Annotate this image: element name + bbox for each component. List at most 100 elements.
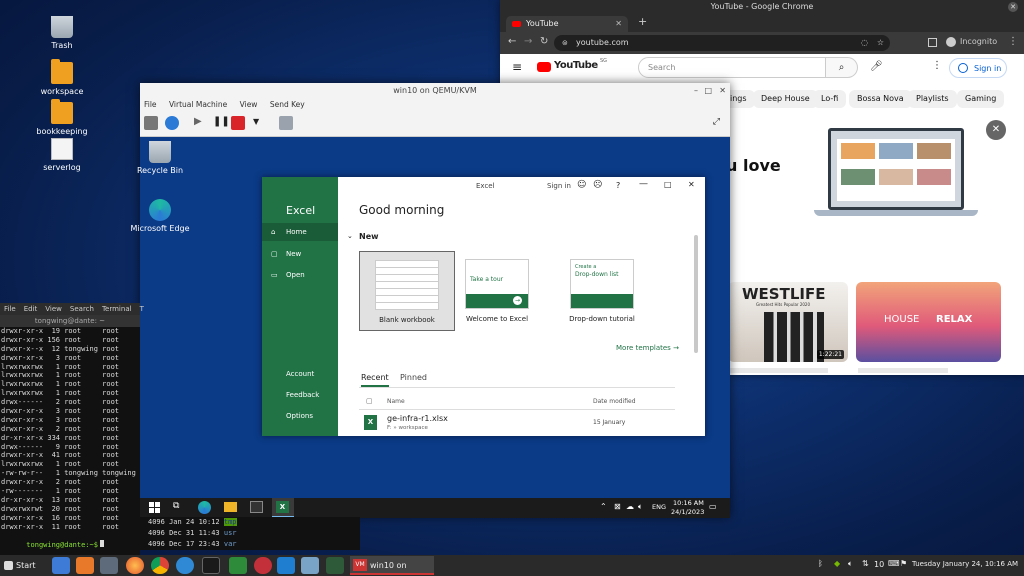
browser-app-icon[interactable] (176, 557, 194, 574)
workspace-count[interactable]: 10 (874, 560, 884, 569)
help-icon[interactable]: ? (616, 181, 620, 190)
list-item[interactable]: X ge-infra-r1.xlsx F: » workspace 15 Jan… (359, 412, 675, 436)
file-manager-icon[interactable] (301, 557, 319, 574)
chip-category[interactable]: Deep House (753, 90, 818, 108)
menu-item[interactable]: Search (70, 305, 94, 313)
menu-item[interactable]: Terminal (102, 305, 132, 313)
info-icon[interactable] (165, 116, 179, 130)
desktop-icon-trash[interactable]: Trash (22, 16, 102, 50)
task-view-icon[interactable]: ⧉ (173, 501, 179, 511)
close-icon[interactable]: ✕ (688, 180, 695, 189)
sidebar-item-open[interactable]: ▭ Open (262, 266, 338, 284)
terminal-taskbar-icon[interactable] (250, 501, 263, 513)
video-thumbnail[interactable]: WESTLIFE Greatest Hits Popular 2020 1:22… (728, 282, 848, 362)
desktop-icon-bookkeeping[interactable]: bookkeeping (22, 99, 102, 136)
menu-item[interactable]: File (144, 100, 157, 109)
sidepanel-icon[interactable] (928, 38, 937, 47)
snapshot-icon[interactable] (279, 116, 293, 130)
close-icon[interactable]: ✕ (719, 83, 726, 98)
forward-icon[interactable]: → (524, 36, 532, 47)
vscode-icon[interactable] (277, 557, 295, 574)
play-icon[interactable]: ▶ (194, 116, 202, 127)
chat-app-icon[interactable] (100, 557, 118, 574)
network-icon[interactable]: ⊠ (614, 502, 621, 511)
volume-icon[interactable]: 🔈︎ (848, 559, 853, 569)
microphone-icon[interactable]: 🎤︎ (870, 61, 883, 72)
media-app-icon[interactable] (76, 557, 94, 574)
menu-item[interactable]: View (240, 100, 258, 109)
desktop-icon-serverlog[interactable]: serverlog (22, 138, 102, 172)
monitor-app-icon[interactable] (326, 557, 344, 574)
chip-category[interactable]: Gaming (957, 90, 1005, 108)
menu-icon[interactable]: ≡ (512, 60, 522, 74)
chip-category[interactable]: Bossa Nova (849, 90, 912, 108)
pause-icon[interactable]: ❚❚ (213, 116, 230, 127)
frown-icon[interactable]: ☹ (593, 180, 602, 190)
smile-icon[interactable]: ☺ (577, 180, 586, 190)
close-icon[interactable]: ✕ (1008, 2, 1018, 12)
volume-icon[interactable]: 🔈︎ (638, 502, 643, 512)
incognito-label[interactable]: Incognito (960, 37, 997, 46)
more-templates-link[interactable]: More templates → (616, 344, 679, 352)
clock[interactable]: Tuesday January 24, 10:16 AM (912, 560, 1018, 568)
excel-taskbar-icon[interactable]: X (272, 498, 294, 518)
settings-kebab-icon[interactable]: ⋮ (932, 60, 942, 71)
redshift-app-icon[interactable] (254, 557, 272, 574)
back-icon[interactable]: ← (508, 36, 516, 47)
taskbar-time[interactable]: 10:16 AM (673, 499, 704, 507)
tray-chevron-icon[interactable]: ⌃ (600, 502, 607, 511)
chip-category[interactable]: Playlists (908, 90, 957, 108)
new-tab-icon[interactable]: + (638, 15, 647, 28)
notifications-icon[interactable]: ▭ (709, 502, 717, 511)
explorer-taskbar-icon[interactable] (224, 502, 237, 512)
tab-pinned[interactable]: Pinned (400, 373, 427, 382)
power-icon[interactable] (231, 116, 245, 130)
chip-category[interactable]: Lo-fi (813, 90, 847, 108)
scrollbar[interactable] (694, 235, 698, 353)
address-bar[interactable]: ⊜ youtube.com ◌ ☆ (554, 35, 890, 51)
sidebar-item-new[interactable]: ▢ New (262, 245, 338, 263)
terminal-prompt[interactable]: tongwing@dante:~$ (0, 531, 140, 549)
edge-taskbar-icon[interactable] (198, 501, 211, 514)
terminal-output[interactable]: drwxr-xr-x 19 root root drwxr-xr-x 156 r… (0, 327, 140, 549)
windows-start-icon[interactable] (149, 502, 160, 513)
template-blank-workbook[interactable]: Blank workbook (359, 251, 455, 331)
qemu-titlebar[interactable]: win10 on QEMU/KVM – □ ✕ (140, 83, 730, 98)
tab-recent[interactable]: Recent (361, 373, 389, 387)
vm-icon-recycle-bin[interactable]: Recycle Bin (120, 141, 200, 175)
star-icon[interactable]: ☆ (877, 35, 884, 51)
reload-icon[interactable]: ↻ (540, 36, 548, 47)
start-button[interactable]: Start (0, 555, 44, 576)
search-button[interactable]: ⌕ (826, 57, 858, 78)
chrome-icon[interactable] (151, 557, 169, 574)
network-icon[interactable]: ⇅ (862, 559, 869, 568)
menu-item[interactable]: File (4, 305, 16, 313)
firefox-icon[interactable] (126, 557, 144, 574)
console-icon[interactable] (144, 116, 158, 130)
excel-window[interactable]: Excel ⌂ Home ▢ New ▭ Open Account Feedba… (262, 177, 705, 436)
template-dropdown-tutorial[interactable]: Create a Drop-down list Drop-down tutori… (554, 251, 650, 331)
excel-sign-in[interactable]: Sign in (547, 182, 571, 190)
minimize-icon[interactable]: – (694, 83, 698, 98)
youtube-logo[interactable] (537, 62, 551, 72)
sidebar-item-feedback[interactable]: Feedback (262, 386, 338, 404)
terminal-window[interactable]: File Edit View Search Terminal T tongwing@dan… (0, 303, 144, 555)
terminal-app-icon[interactable] (202, 557, 220, 574)
tab-close-icon[interactable]: ✕ (615, 16, 622, 32)
site-info-icon[interactable]: ⊜ (562, 35, 568, 51)
minimize-icon[interactable]: — (639, 179, 648, 189)
sidebar-item-home[interactable]: ⌂ Home (262, 223, 338, 241)
sidebar-item-options[interactable]: Options (262, 407, 338, 425)
vim-app-icon[interactable] (229, 557, 247, 574)
bluetooth-icon[interactable]: ᛒ (818, 559, 823, 568)
menu-item[interactable]: View (45, 305, 62, 313)
menu-item[interactable]: T (140, 305, 144, 313)
menu-item[interactable]: Virtual Machine (169, 100, 227, 109)
keyboard-icon[interactable]: ⌨ (888, 559, 900, 568)
taskbar-window-qemu[interactable]: VM win10 on QEMU... (350, 556, 434, 575)
sign-in-button[interactable]: Sign in (949, 58, 1007, 78)
search-input[interactable]: Search (638, 57, 826, 78)
sidebar-item-account[interactable]: Account (262, 365, 338, 383)
vm-icon-edge[interactable]: Microsoft Edge (120, 199, 200, 233)
flag-icon[interactable]: ⚑ (900, 559, 907, 568)
